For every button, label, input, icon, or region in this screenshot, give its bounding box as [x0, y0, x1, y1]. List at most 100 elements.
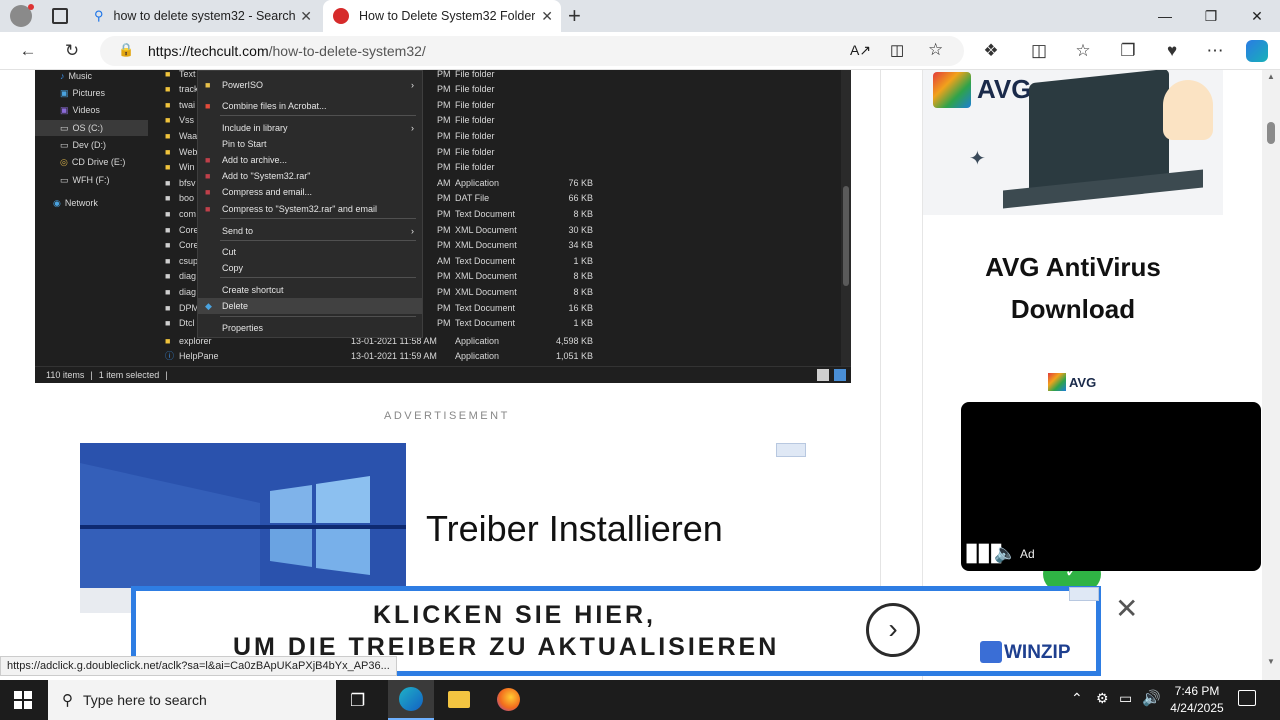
- search-placeholder: Type here to search: [83, 692, 207, 708]
- close-window-icon[interactable]: ✕: [1234, 0, 1280, 32]
- browser-essentials-icon[interactable]: ♥: [1157, 37, 1187, 65]
- music-icon: ♪: [60, 71, 65, 81]
- tab-strip: ⚲ how to delete system32 - Search ✕ How …: [0, 0, 1280, 32]
- tray-chevron-icon[interactable]: ⌃: [1071, 690, 1083, 707]
- menu-label: Delete: [222, 301, 249, 311]
- file-icon: ■: [165, 208, 171, 219]
- file-icon: ■: [165, 286, 171, 297]
- file-icon: ■: [165, 177, 171, 188]
- explorer-nav-pane: ♪ Music ▣ Pictures ▣ Videos ▭ OS (C:) ▭ Dev (…: [35, 70, 155, 366]
- read-aloud-icon[interactable]: A↗: [850, 42, 871, 59]
- menu-item-include-library[interactable]: Include in library ›: [198, 120, 422, 136]
- menu-item-add-archive[interactable]: ■ Add to archive...: [198, 152, 422, 168]
- menu-label: Send to: [222, 226, 254, 236]
- taskbar: ⚲ Type here to search ❐ ⌃ ⚙ ▭ 🔊 7:46 PM …: [0, 680, 1280, 720]
- file-explorer-icon[interactable]: [448, 691, 470, 708]
- menu-item-properties[interactable]: Properties: [198, 320, 422, 336]
- mute-icon[interactable]: 🔈: [994, 543, 1016, 564]
- collections-icon[interactable]: ❐: [1113, 37, 1143, 65]
- notification-center-icon[interactable]: [1238, 690, 1256, 706]
- menu-item-delete[interactable]: ◆ Delete: [198, 298, 422, 314]
- status-divider: |: [165, 370, 168, 380]
- split-screen-icon[interactable]: ◫: [1024, 37, 1054, 65]
- menu-item-pin-start[interactable]: Pin to Start: [198, 136, 422, 152]
- sidebar-ad-title[interactable]: AVG AntiVirus Download: [923, 246, 1223, 330]
- new-tab-button[interactable]: +: [568, 3, 581, 29]
- firefox-icon[interactable]: [497, 688, 520, 711]
- favorite-star-icon[interactable]: ☆: [928, 40, 943, 60]
- file-type: Text Document: [455, 302, 516, 313]
- immersive-reader-icon[interactable]: ◫: [890, 41, 904, 59]
- banner-arrow-icon[interactable]: ›: [866, 603, 920, 657]
- tab-techcult[interactable]: How to Delete System32 Folder in ✕: [323, 0, 561, 32]
- menu-label: Add to "System32.rar": [222, 171, 311, 181]
- menu-label: PowerISO: [222, 80, 264, 90]
- more-menu-icon[interactable]: ⋯: [1200, 37, 1230, 65]
- menu-item-create-shortcut[interactable]: Create shortcut: [198, 282, 422, 298]
- tab-title: how to delete system32 - Search: [113, 9, 296, 23]
- menu-item-cut[interactable]: Cut: [198, 244, 422, 260]
- volume-icon[interactable]: 🔊: [1142, 689, 1161, 707]
- lock-icon[interactable]: 🔒: [118, 42, 134, 58]
- url-text[interactable]: https://techcult.com/how-to-delete-syste…: [148, 43, 426, 59]
- menu-item-combine-acrobat[interactable]: ■ Combine files in Acrobat...: [198, 98, 422, 114]
- edge-taskbar-icon[interactable]: [388, 680, 434, 720]
- submenu-arrow-icon: ›: [411, 226, 414, 236]
- task-view-icon[interactable]: ❐: [350, 691, 365, 711]
- banner-adchoices-icon[interactable]: [1069, 587, 1099, 601]
- nav-label: Network: [64, 198, 98, 208]
- network-tray-icon[interactable]: ▭: [1119, 690, 1132, 707]
- close-tab-icon[interactable]: ✕: [300, 8, 312, 25]
- restore-icon[interactable]: ❐: [1188, 0, 1234, 32]
- scroll-down-icon[interactable]: ▼: [1267, 657, 1275, 666]
- menu-item-send-to[interactable]: Send to ›: [198, 223, 422, 239]
- clock-time: 7:46 PM: [1174, 684, 1220, 698]
- sparkle-icon: ✦: [969, 148, 986, 170]
- tab-search[interactable]: ⚲ how to delete system32 - Search ✕: [84, 0, 320, 32]
- close-banner-icon[interactable]: ✕: [1115, 592, 1138, 625]
- video-ad-player[interactable]: ▊▊▊ 🔈 Ad: [961, 402, 1261, 571]
- taskbar-search-box[interactable]: ⚲ Type here to search: [48, 680, 336, 720]
- address-bar[interactable]: 🔒 https://techcult.com/how-to-delete-sys…: [100, 36, 964, 66]
- nav-label: CD Drive (E:): [71, 157, 126, 167]
- refresh-icon[interactable]: ↻: [57, 37, 87, 65]
- avg-logo-text: AVG: [977, 74, 1032, 104]
- ad-title[interactable]: Treiber Installieren: [426, 508, 723, 550]
- file-type: XML Document: [455, 224, 517, 235]
- scroll-thumb[interactable]: [1267, 122, 1275, 144]
- minimize-icon[interactable]: —: [1142, 0, 1188, 32]
- file-type: Application: [455, 350, 500, 361]
- file-type: File folder: [455, 146, 495, 157]
- tray-app-icon[interactable]: ⚙: [1096, 690, 1109, 707]
- nav-item-os-c: ▭ OS (C:): [35, 120, 148, 136]
- search-icon: ⚲: [62, 692, 73, 709]
- copilot-icon[interactable]: [1246, 40, 1268, 62]
- file-type: File folder: [455, 162, 495, 173]
- nav-label: WFH (F:): [72, 175, 110, 185]
- windows-start-icon[interactable]: [14, 691, 32, 709]
- file-size: 1 KB: [573, 255, 593, 266]
- file-icon: ■: [165, 271, 171, 282]
- extensions-icon[interactable]: ❖: [976, 37, 1006, 65]
- avg-small-logo: AVG: [1048, 373, 1096, 391]
- scroll-up-icon[interactable]: ▲: [1267, 72, 1275, 81]
- favorites-icon[interactable]: ☆: [1068, 37, 1098, 65]
- file-size: 1 KB: [573, 318, 593, 329]
- menu-item-copy[interactable]: Copy: [198, 260, 422, 276]
- tab-actions-icon[interactable]: [52, 8, 68, 24]
- menu-item-poweriso[interactable]: ■ PowerISO ›: [198, 77, 422, 93]
- menu-item-compress-email[interactable]: ■ Compress and email...: [198, 184, 422, 200]
- folder-icon: ■: [165, 115, 171, 126]
- menu-label: Compress to "System32.rar" and email: [222, 204, 377, 214]
- close-tab-icon[interactable]: ✕: [541, 8, 553, 25]
- menu-item-add-rar[interactable]: ■ Add to "System32.rar": [198, 168, 422, 184]
- page-scrollbar[interactable]: ▲ ▼: [1262, 70, 1280, 680]
- menu-item-compress-rar-email[interactable]: ■ Compress to "System32.rar" and email: [198, 201, 422, 217]
- menu-label: Combine files in Acrobat...: [222, 101, 327, 111]
- avg-logo-text: AVG: [1069, 374, 1097, 390]
- clock[interactable]: 7:46 PM 4/24/2025: [1166, 683, 1228, 717]
- file-size: 8 KB: [573, 271, 593, 282]
- adchoices-icon[interactable]: [776, 443, 806, 457]
- back-icon[interactable]: ←: [13, 37, 43, 65]
- submenu-arrow-icon: ›: [411, 123, 414, 133]
